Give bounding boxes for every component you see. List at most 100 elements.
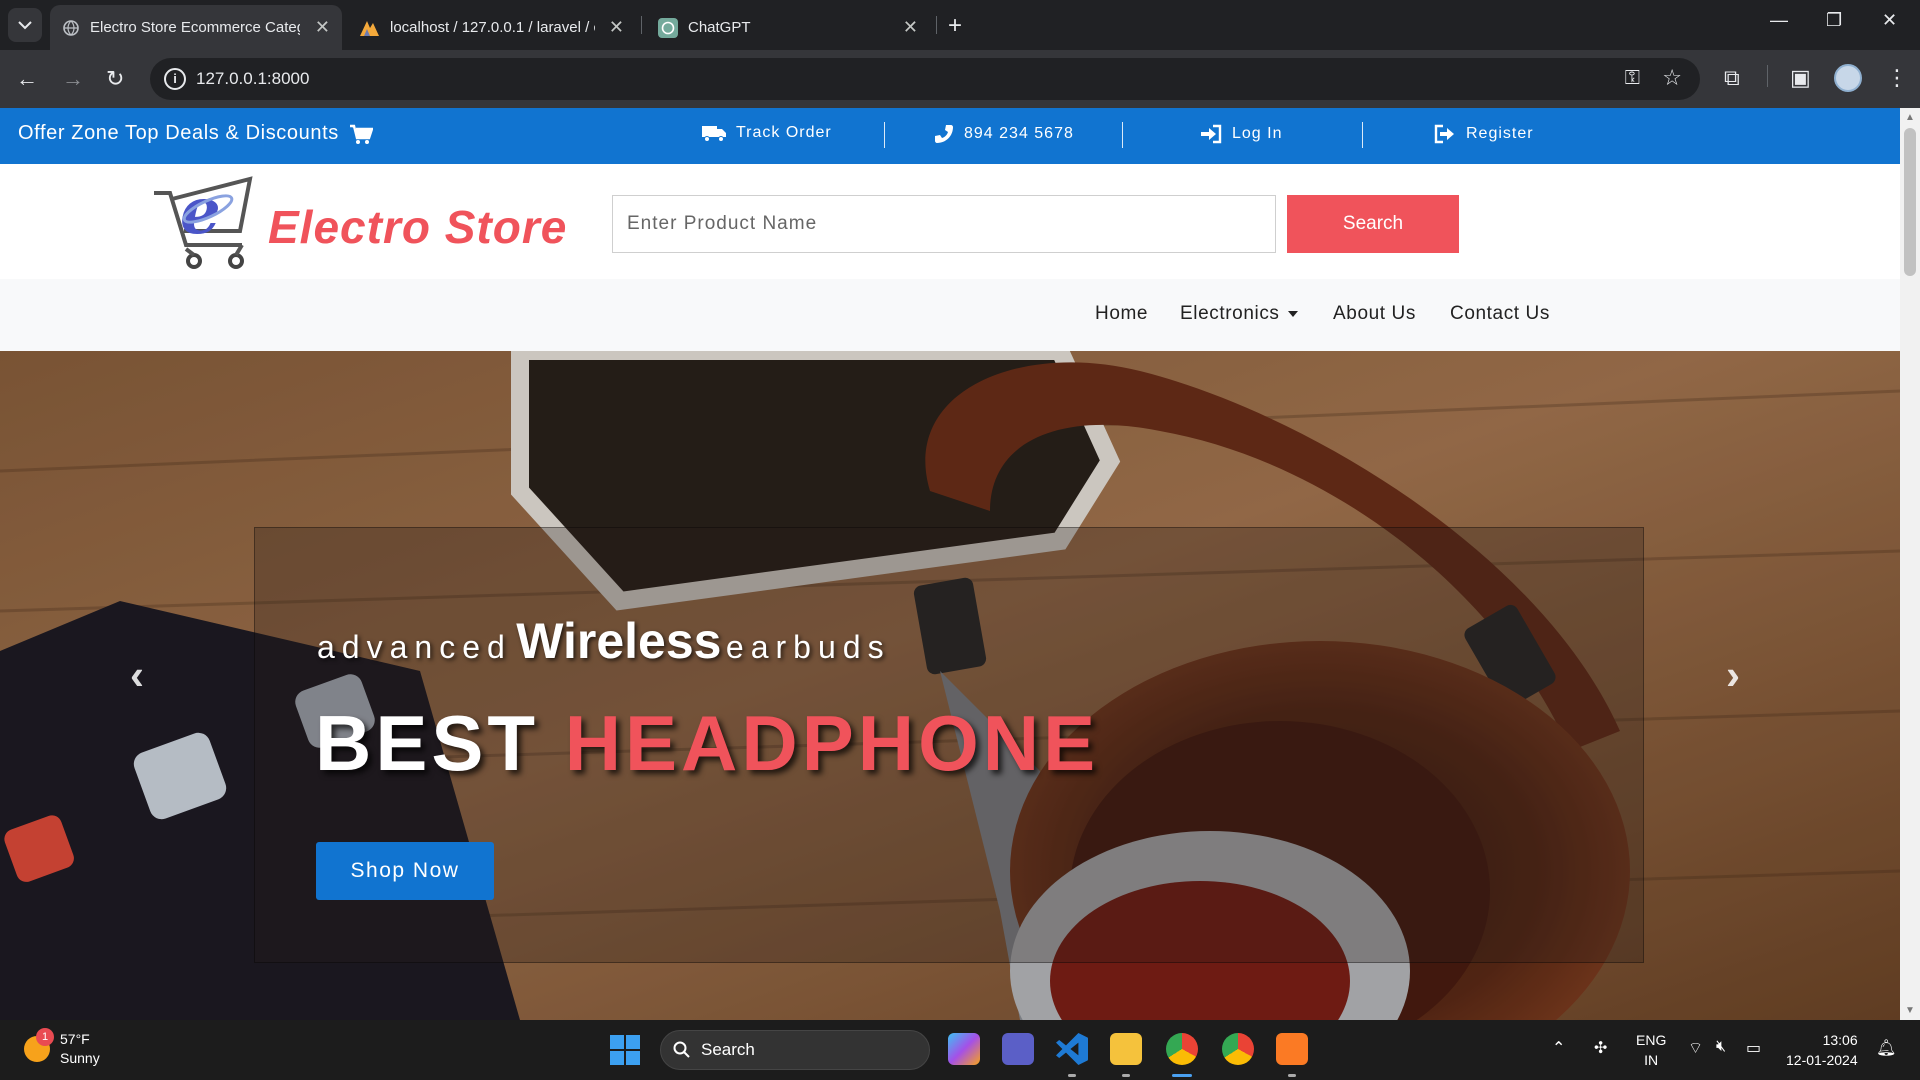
volume-muted-icon[interactable]: 🔇︎ <box>1716 1038 1726 1056</box>
chrome-profile-icon[interactable] <box>1222 1033 1254 1065</box>
browser-tabstrip: Electro Store Ecommerce Categ ✕ localhos… <box>0 0 1920 50</box>
weather-temp: 57°F <box>60 1031 90 1047</box>
page-scrollbar[interactable]: ▲ ▼ <box>1900 108 1920 1020</box>
weather-condition: Sunny <box>60 1050 100 1066</box>
offer-text: Offer Zone Top Deals & Discounts <box>18 122 339 144</box>
bookmark-star-icon[interactable]: ☆ <box>1662 65 1682 91</box>
language-indicator[interactable]: ENG IN <box>1636 1030 1666 1070</box>
menu-kebab-icon[interactable]: ⋮ <box>1886 65 1908 91</box>
phone-number: 894 234 5678 <box>964 125 1074 142</box>
app-indicator <box>1288 1074 1296 1077</box>
taskbar-search[interactable]: Search <box>660 1030 930 1070</box>
nav-electronics-dropdown[interactable]: Electronics <box>1180 303 1298 325</box>
restore-icon[interactable]: ❐ <box>1826 10 1842 31</box>
file-explorer-icon[interactable] <box>1110 1033 1142 1065</box>
profile-avatar[interactable] <box>1834 64 1862 92</box>
globe-icon <box>63 19 79 36</box>
sign-out-icon <box>1434 124 1454 144</box>
truck-icon <box>702 126 726 142</box>
nav-home[interactable]: Home <box>1095 303 1148 325</box>
battery-icon[interactable]: ▭ <box>1746 1038 1761 1058</box>
brand-name[interactable]: Electro Store <box>268 200 567 254</box>
tab-phpmyadmin[interactable]: localhost / 127.0.0.1 / laravel / c ✕ <box>346 5 636 50</box>
browser-toolbar: ← → ↻ i 127.0.0.1:8000 ⚿ ☆ ⧉ ▣ ⋮ <box>0 50 1920 108</box>
hero-tagline: advanced Wireless earbuds <box>317 612 891 670</box>
page-viewport: Offer Zone Top Deals & Discounts Track O… <box>0 108 1900 1020</box>
copilot-icon[interactable] <box>948 1033 980 1065</box>
register-link[interactable]: Register <box>1434 124 1534 144</box>
tagline-advanced: advanced <box>317 629 512 665</box>
wifi-icon[interactable]: ⌔ <box>1688 1038 1703 1058</box>
tab-separator <box>641 16 642 34</box>
phone-link[interactable]: 894 234 5678 <box>934 124 1074 144</box>
weather-widget[interactable]: 1 57°F Sunny <box>24 1028 100 1068</box>
url-text[interactable]: 127.0.0.1:8000 <box>196 69 309 89</box>
close-tab-icon[interactable]: ✕ <box>315 17 330 38</box>
cart-icon <box>349 124 373 144</box>
teams-icon[interactable] <box>1002 1033 1034 1065</box>
site-info-icon[interactable]: i <box>164 68 186 90</box>
close-window-icon[interactable]: ✕ <box>1882 10 1897 31</box>
search-button[interactable]: Search <box>1287 195 1459 253</box>
login-link[interactable]: Log In <box>1200 124 1282 144</box>
headline-best: BEST <box>315 699 540 787</box>
tab-search-button[interactable] <box>8 8 42 42</box>
minimize-icon[interactable]: — <box>1770 10 1788 31</box>
forward-icon[interactable]: → <box>62 66 84 92</box>
notification-bell-icon[interactable]: 🔔︎ <box>1876 1038 1896 1058</box>
vscode-icon[interactable] <box>1056 1033 1088 1065</box>
product-search-input[interactable] <box>612 195 1276 253</box>
nav-contact[interactable]: Contact Us <box>1450 303 1550 325</box>
shopping-cart-logo[interactable]: e <box>150 165 260 275</box>
carousel-prev-icon[interactable]: ‹ <box>130 651 144 699</box>
register-label: Register <box>1466 125 1534 142</box>
close-tab-icon[interactable]: ✕ <box>609 17 624 38</box>
app-indicator <box>1068 1074 1076 1077</box>
address-bar[interactable]: i 127.0.0.1:8000 ⚿ ☆ <box>150 58 1700 100</box>
chatgpt-icon <box>658 17 678 38</box>
scroll-up-icon[interactable]: ▲ <box>1905 112 1915 123</box>
region-code: IN <box>1644 1052 1659 1068</box>
tab-chatgpt[interactable]: ChatGPT ✕ <box>646 5 930 50</box>
top-info-bar: Offer Zone Top Deals & Discounts Track O… <box>0 108 1900 164</box>
hero-headline: BEST HEADPHONE <box>315 698 1099 789</box>
svg-text:e: e <box>180 174 221 249</box>
show-hidden-icons-icon[interactable]: ⌃ <box>1552 1038 1565 1058</box>
hero-caption: advanced Wireless earbuds BEST HEADPHONE… <box>254 527 1644 963</box>
side-panel-icon[interactable]: ▣ <box>1790 65 1811 91</box>
system-clock[interactable]: 13:06 12-01-2024 <box>1786 1030 1858 1070</box>
phpmyadmin-icon <box>360 20 379 36</box>
sun-icon: 1 <box>24 1028 54 1062</box>
scroll-down-icon[interactable]: ▼ <box>1905 1005 1915 1016</box>
carousel-next-icon[interactable]: › <box>1726 651 1740 699</box>
login-label: Log In <box>1232 125 1283 142</box>
tab-electro-store[interactable]: Electro Store Ecommerce Categ ✕ <box>50 5 342 50</box>
back-icon[interactable]: ← <box>16 66 38 92</box>
caret-down-icon <box>1287 310 1298 317</box>
weather-text: 57°F Sunny <box>60 1030 100 1068</box>
nav-about[interactable]: About Us <box>1333 303 1416 325</box>
new-tab-icon[interactable]: + <box>948 12 962 40</box>
phone-icon <box>935 125 953 143</box>
extensions-icon[interactable]: ⧉ <box>1724 65 1740 91</box>
search-icon <box>673 1041 690 1058</box>
shop-now-button[interactable]: Shop Now <box>316 842 494 900</box>
notification-badge: 1 <box>36 1028 54 1046</box>
headline-headphone: HEADPHONE <box>564 699 1100 787</box>
chrome-icon[interactable] <box>1166 1033 1198 1065</box>
nav-electronics-label: Electronics <box>1180 303 1280 324</box>
topbar-divider <box>1122 122 1123 148</box>
windows-start-icon[interactable] <box>610 1035 640 1065</box>
password-key-icon[interactable]: ⚿ <box>1625 67 1640 90</box>
topbar-divider <box>1362 122 1363 148</box>
clock-date: 12-01-2024 <box>1786 1052 1858 1068</box>
scrollbar-thumb[interactable] <box>1904 128 1916 276</box>
reload-icon[interactable]: ↻ <box>106 66 124 92</box>
offer-zone[interactable]: Offer Zone Top Deals & Discounts <box>18 122 373 145</box>
track-order-link[interactable]: Track Order <box>702 124 832 142</box>
xampp-icon[interactable] <box>1276 1033 1308 1065</box>
close-tab-icon[interactable]: ✕ <box>903 17 918 38</box>
site-header: e Electro Store Search <box>0 164 1900 279</box>
dropbox-icon[interactable]: ✣ <box>1594 1038 1607 1058</box>
language-code: ENG <box>1636 1032 1667 1048</box>
